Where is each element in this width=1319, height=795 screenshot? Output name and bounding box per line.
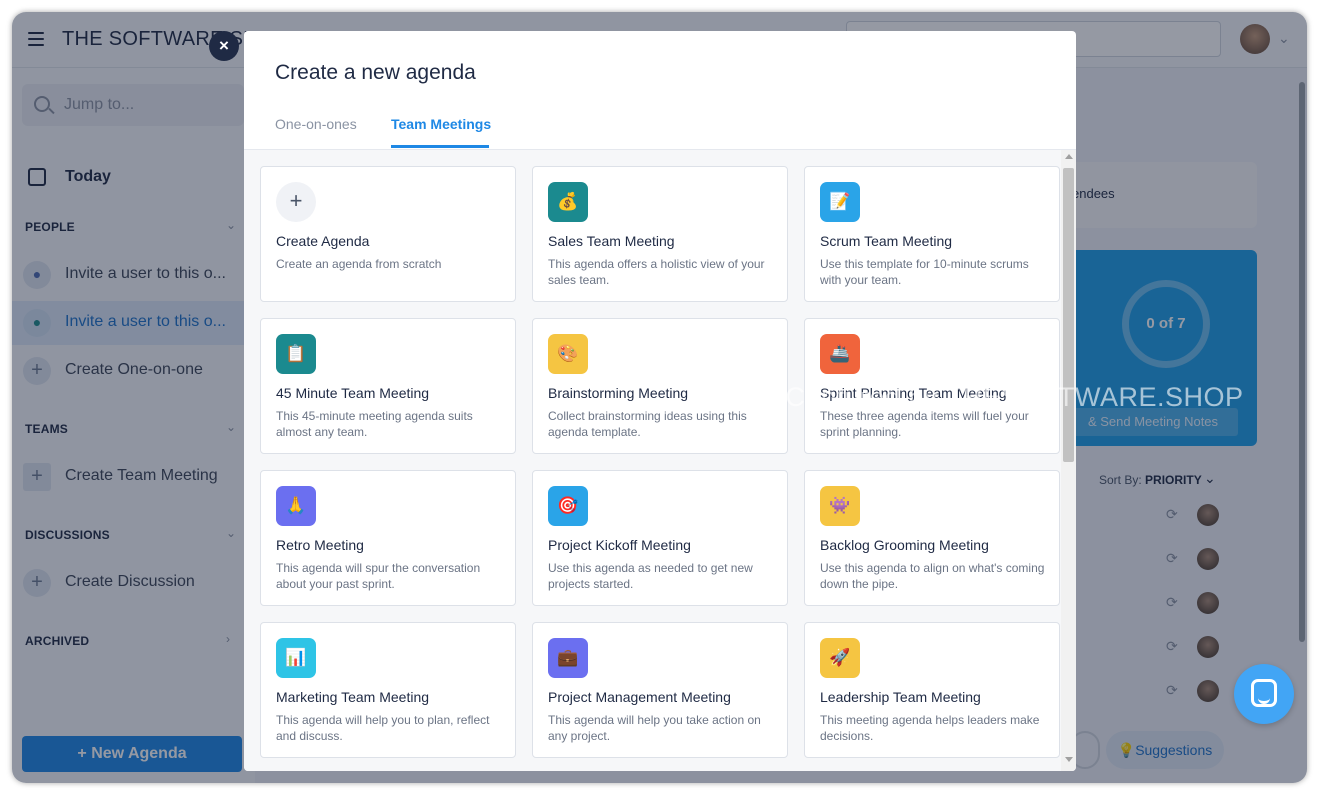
template-description: This agenda will spur the conversation a…	[276, 561, 481, 591]
alien-monster-icon: 👾	[820, 486, 860, 526]
template-title: Create Agenda	[276, 233, 370, 249]
template-title: Project Kickoff Meeting	[548, 537, 691, 553]
bar-chart-icon: 📊	[276, 638, 316, 678]
app-window: THE SOFTWARE SHO ⌄ Jump to... Today PEOP…	[12, 12, 1307, 783]
template-title: Sales Team Meeting	[548, 233, 675, 249]
money-bag-icon: 💰	[548, 182, 588, 222]
template-title: Leadership Team Meeting	[820, 689, 981, 705]
chat-button[interactable]	[1234, 664, 1294, 724]
template-description: This agenda will help you take action on…	[548, 713, 761, 743]
template-description: Create an agenda from scratch	[276, 257, 442, 271]
pray-icon: 🙏	[276, 486, 316, 526]
briefcase-icon: 💼	[548, 638, 588, 678]
template-card[interactable]: 📊 Marketing Team Meeting This agenda will …	[260, 622, 516, 758]
template-title: Brainstorming Meeting	[548, 385, 689, 401]
template-title: Marketing Team Meeting	[276, 689, 430, 705]
scroll-thumb[interactable]	[1063, 168, 1074, 462]
template-description: This agenda offers a holistic view of yo…	[548, 257, 765, 287]
scroll-down-icon[interactable]	[1065, 757, 1073, 762]
template-description: Use this agenda as needed to get new pro…	[548, 561, 753, 591]
ship-icon: 🚢	[820, 334, 860, 374]
template-card[interactable]: + Create Agenda Create an agenda from scra…	[260, 166, 516, 302]
tab-one-on-ones[interactable]: One-on-ones	[275, 116, 357, 132]
watermark: © Captured by THESOFTWARE.SHOP	[757, 382, 1244, 412]
template-title: Project Management Meeting	[548, 689, 731, 705]
template-title: Scrum Team Meeting	[820, 233, 953, 249]
template-card[interactable]: 📋 45 Minute Team Meeting This 45-minute me…	[260, 318, 516, 454]
template-card[interactable]: 🎯 Project Kickoff Meeting Use this agenda …	[532, 470, 788, 606]
plus-icon: +	[276, 182, 316, 222]
scroll-up-icon[interactable]	[1065, 154, 1073, 159]
template-card[interactable]: 🙏 Retro Meeting This agenda will spur the …	[260, 470, 516, 606]
template-card[interactable]: 🚀 Leadership Team Meeting This meeting age…	[804, 622, 1060, 758]
memo-icon: 📝	[820, 182, 860, 222]
modal-scrollbar[interactable]	[1061, 150, 1076, 771]
template-description: This 45-minute meeting agenda suits almo…	[276, 409, 473, 439]
rocket-icon: 🚀	[820, 638, 860, 678]
clipboard-icon: 📋	[276, 334, 316, 374]
close-modal-button[interactable]: ×	[209, 31, 239, 61]
template-description: This agenda will help you to plan, refle…	[276, 713, 490, 743]
chat-icon	[1251, 679, 1277, 707]
template-title: Backlog Grooming Meeting	[820, 537, 989, 553]
template-card[interactable]: 👾 Backlog Grooming Meeting Use this agenda…	[804, 470, 1060, 606]
active-tab-indicator	[391, 145, 489, 148]
template-card[interactable]: 🎨 Brainstorming Meeting Collect brainstorm…	[532, 318, 788, 454]
modal-title: Create a new agenda	[275, 61, 476, 84]
template-card[interactable]: 📝 Scrum Team Meeting Use this template for…	[804, 166, 1060, 302]
template-description: Collect brainstorming ideas using this a…	[548, 409, 747, 439]
target-icon: 🎯	[548, 486, 588, 526]
template-description: Use this template for 10-minute scrums w…	[820, 257, 1029, 287]
template-description: This meeting agenda helps leaders make d…	[820, 713, 1040, 743]
template-card[interactable]: 💰 Sales Team Meeting This agenda offers a …	[532, 166, 788, 302]
template-title: 45 Minute Team Meeting	[276, 385, 430, 401]
template-card[interactable]: 💼 Project Management Meeting This agenda w…	[532, 622, 788, 758]
template-title: Retro Meeting	[276, 537, 364, 553]
template-grid: 🚀 Leadership Team Meeting This meeting age…	[244, 150, 1076, 771]
palette-icon: 🎨	[548, 334, 588, 374]
template-description: Use this agenda to align on what's comin…	[820, 561, 1045, 591]
tab-team-meetings[interactable]: Team Meetings	[391, 116, 491, 132]
